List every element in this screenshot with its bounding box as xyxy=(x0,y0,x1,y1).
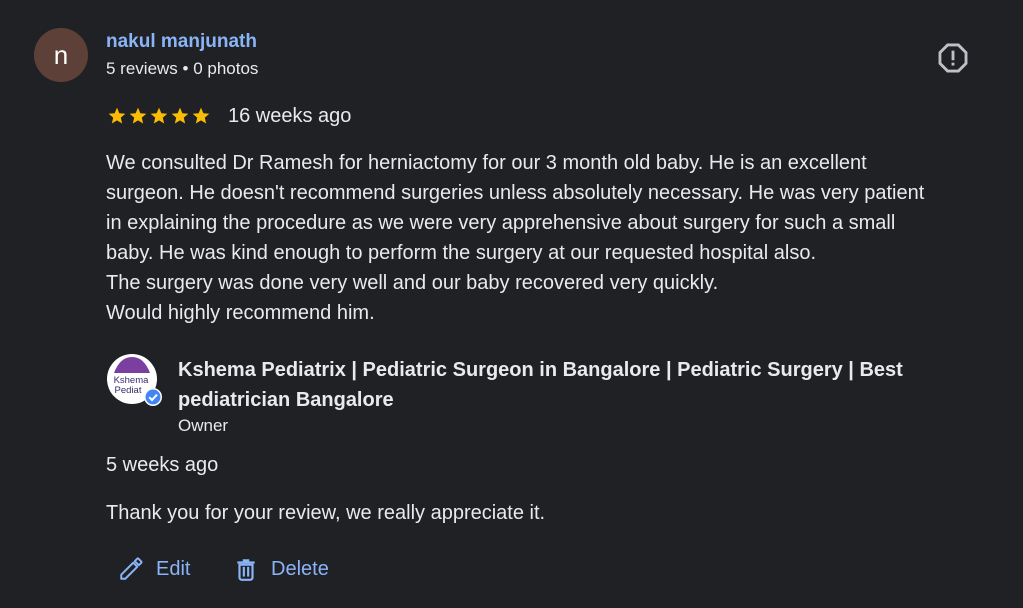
reviewer-avatar[interactable]: n xyxy=(34,28,88,82)
reply-date: 5 weeks ago xyxy=(106,454,219,476)
reviewer-name[interactable]: nakul manjunath xyxy=(106,31,257,53)
star-icon xyxy=(192,107,210,124)
trash-icon xyxy=(237,559,255,581)
reply-text: Thank you for your review, we really app… xyxy=(106,502,546,524)
star-icon xyxy=(108,107,126,124)
star-icon xyxy=(150,107,168,124)
edit-label: Edit xyxy=(156,557,191,580)
star-icon xyxy=(129,107,147,124)
star-icon xyxy=(171,107,189,124)
pencil-icon xyxy=(120,557,143,580)
owner-logo[interactable]: Kshema Pediat xyxy=(106,353,162,409)
reviewer-meta: 5 reviews • 0 photos xyxy=(106,59,259,78)
star-rating xyxy=(107,106,211,126)
owner-logo-text-2: Pediat xyxy=(115,385,142,396)
owner-name[interactable]: Kshema Pediatrix | Pediatric Surgeon in … xyxy=(178,355,978,415)
delete-button[interactable]: Delete xyxy=(233,552,329,586)
avatar-letter: n xyxy=(53,40,69,70)
review-date: 16 weeks ago xyxy=(228,105,352,127)
delete-label: Delete xyxy=(271,557,329,580)
report-icon[interactable] xyxy=(936,41,970,75)
edit-button[interactable]: Edit xyxy=(118,552,190,586)
review-text: We consulted Dr Ramesh for herniactomy f… xyxy=(106,152,925,324)
owner-role: Owner xyxy=(178,416,229,435)
verified-badge-icon xyxy=(144,388,162,406)
